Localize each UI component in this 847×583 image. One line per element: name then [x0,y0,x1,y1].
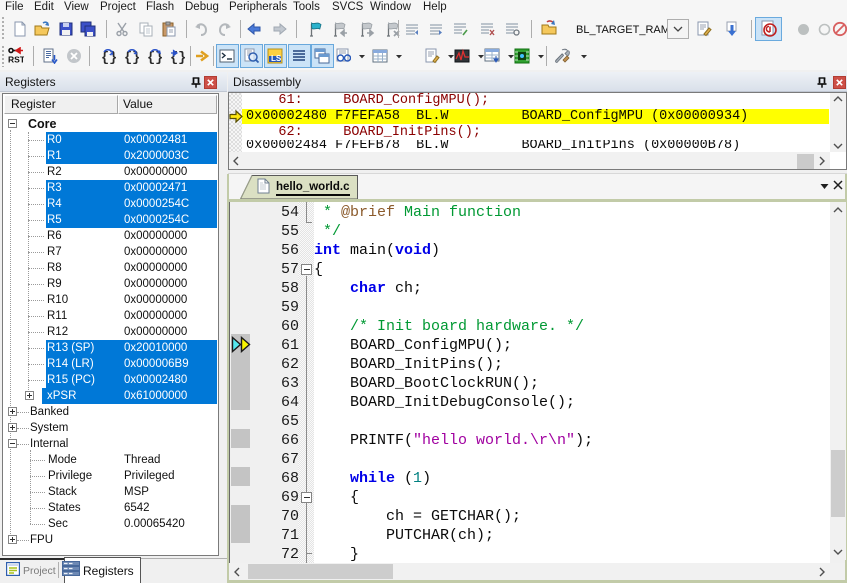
svg-text:{}: {} [124,51,140,64]
svg-text:LS: LS [271,54,282,63]
svg-text:{}: {} [101,51,117,64]
svg-text:RST: RST [8,55,24,64]
